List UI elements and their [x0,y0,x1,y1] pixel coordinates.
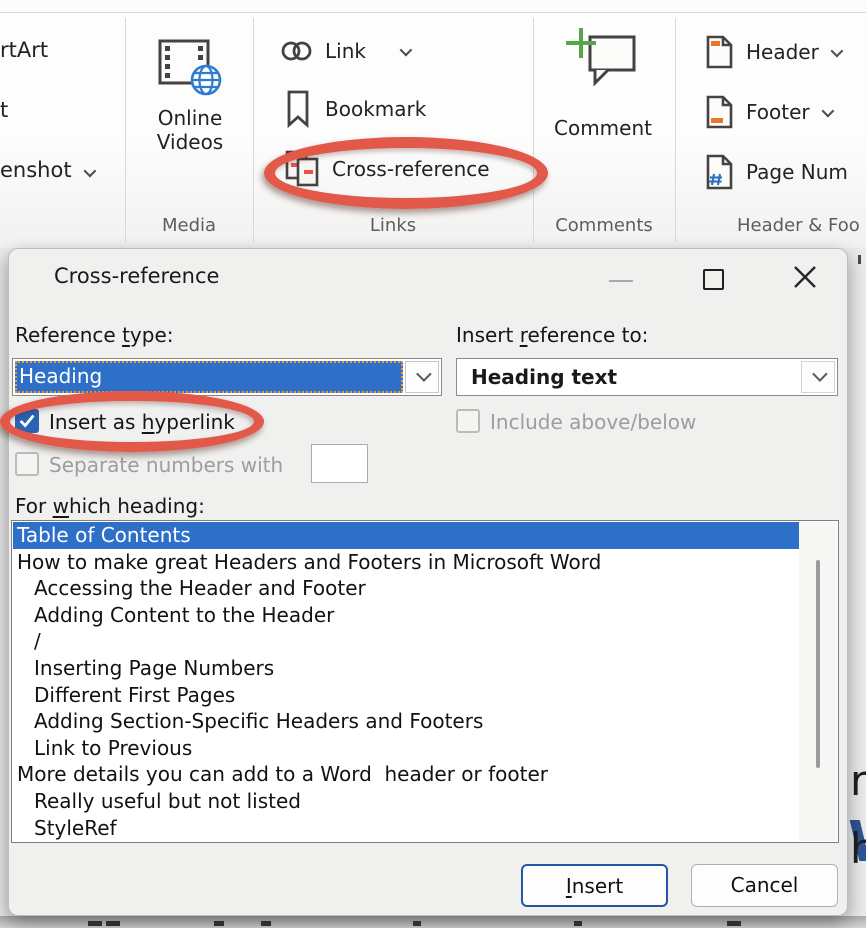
heading-list-item[interactable]: Adding Content to the Header [13,602,801,629]
online-videos-button[interactable]: Online Videos [140,28,240,188]
listbox-scrollbar-track[interactable] [799,522,837,841]
ribbon-button-chart-clipped[interactable]: t [0,98,8,122]
smartart-label: rtArt [0,38,48,62]
heading-list-item[interactable]: Really useful but not listed [13,788,801,815]
include-above-below-checkbox [456,409,480,433]
background-text-fragment [413,921,421,926]
page-number-icon [706,154,733,190]
heading-list-item[interactable]: Table of Contents [13,522,801,549]
background-text-fragment [214,921,224,926]
chart-label: t [0,98,8,122]
link-label: Link [325,39,366,63]
footer-label: Footer [746,100,810,124]
page-number-label: Page Num [746,160,848,184]
separate-numbers-with-input [311,444,368,483]
group-separator [125,18,126,242]
minimize-button [609,280,633,282]
reference-type-selected-value: Heading [15,361,403,393]
insert-reference-to-combobox[interactable]: Heading text [456,358,838,396]
document-background-bottom [0,916,866,928]
dialog-title: Cross-reference [54,264,219,288]
bookmark-button[interactable]: Bookmark [286,88,456,130]
screen: rtArt t enshot Online Videos Media [0,0,866,928]
annotation-ellipse-cross-reference [264,137,548,209]
include-above-below-label: Include above/below [490,410,696,434]
group-label-media: Media [125,212,253,240]
group-label-comments: Comments [533,212,675,240]
heading-list-item[interactable]: Accessing the Header and Footer [13,575,801,602]
annotation-ellipse-insert-as-hyperlink [0,391,264,452]
header-label: Header [746,40,819,64]
ribbon-button-screenshot-clipped[interactable]: enshot [0,158,93,182]
comment-button[interactable]: Comment [538,26,668,151]
header-button[interactable]: Header [706,32,866,72]
background-text-fragment [727,921,741,926]
background-text-fragment: r [850,756,866,805]
insert-reference-to-selected-value: Heading text [471,359,617,395]
link-button[interactable]: Link [280,32,425,70]
chevron-down-icon [400,43,413,56]
group-separator [533,18,534,242]
for-which-heading-label: For which heading: [15,494,205,518]
separate-numbers-with-label: Separate numbers with [49,453,283,477]
insert-button[interactable]: Insert [521,864,668,907]
background-text-fragment [858,255,861,264]
background-text-fragment [88,921,102,926]
separate-numbers-with-checkbox [15,452,39,476]
ribbon: rtArt t enshot Online Videos Media [0,0,866,248]
insert-reference-to-dropdown-button[interactable] [801,361,835,393]
new-comment-icon [564,26,642,94]
group-label-header-footer: Header & Foo [675,212,866,240]
chevron-down-icon [830,44,843,57]
heading-list-item[interactable]: Adding Section-Specific Headers and Foot… [13,708,801,735]
heading-list-item[interactable]: StyleRef [13,815,801,841]
heading-list-item[interactable]: How to make great Headers and Footers in… [13,549,801,576]
heading-list-item[interactable]: / [13,628,801,655]
listbox-scrollbar-thumb[interactable] [816,560,820,768]
link-icon [280,38,314,64]
footer-icon [706,95,733,129]
heading-list-item[interactable]: More details you can add to a Word heade… [13,761,801,788]
page-number-button[interactable]: Page Num [706,152,866,192]
header-icon [706,35,733,69]
group-separator [253,18,254,242]
chevron-down-icon [416,366,432,382]
ribbon-button-smartart-clipped[interactable]: rtArt [0,38,48,62]
group-label-links: Links [253,212,533,240]
group-separator [675,18,676,242]
cross-reference-dialog: Cross-reference Reference type: Heading … [8,248,848,916]
reference-type-label: Reference type: [15,323,174,347]
background-text-fragment [574,921,582,926]
heading-listbox[interactable]: Table of ContentsHow to make great Heade… [11,520,839,843]
maximize-button[interactable] [703,269,724,290]
online-videos-label-line1: Online [140,106,240,130]
background-text-fragment [106,921,120,926]
cancel-button[interactable]: Cancel [691,864,838,907]
heading-list-item[interactable]: Inserting Page Numbers [13,655,801,682]
screenshot-label: enshot [0,158,72,182]
document-background-strip: W r h [846,248,866,928]
online-video-icon [157,38,223,98]
heading-list: Table of ContentsHow to make great Heade… [13,522,801,841]
reference-type-combobox[interactable]: Heading [12,358,442,396]
chevron-down-icon [812,366,828,382]
comment-label: Comment [538,116,668,140]
ribbon-top-strip [0,0,866,13]
background-text-fragment: h [850,824,866,873]
close-button[interactable] [792,264,818,290]
bookmark-icon [286,90,310,128]
insert-reference-to-label: Insert reference to: [456,323,648,347]
bookmark-label: Bookmark [325,97,426,121]
chevron-down-icon [821,104,834,117]
heading-list-item[interactable]: Different First Pages [13,682,801,709]
reference-type-dropdown-button[interactable] [405,361,439,393]
footer-button[interactable]: Footer [706,92,866,132]
chevron-down-icon [83,165,96,178]
background-text-fragment [261,921,271,926]
online-videos-label-line2: Videos [140,130,240,154]
heading-list-item[interactable]: Link to Previous [13,735,801,762]
